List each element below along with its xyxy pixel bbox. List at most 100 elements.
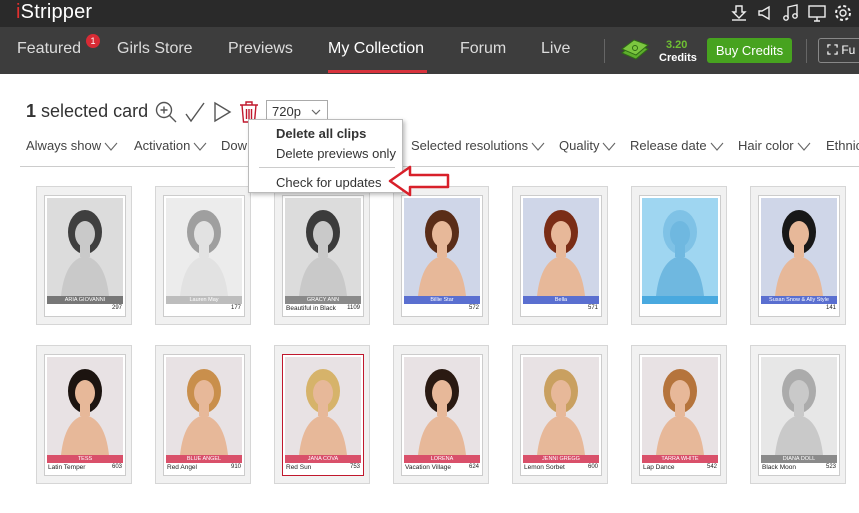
model-silhouette [47, 357, 123, 455]
nav-previews[interactable]: Previews [228, 40, 293, 58]
announce-icon[interactable] [755, 3, 775, 23]
filter-download[interactable]: Dow [221, 138, 247, 153]
card-photo [285, 198, 361, 296]
menu-check-for-updates[interactable]: Check for updates [276, 175, 382, 190]
collection-card[interactable]: JANA COVA Red Sun 753 [274, 345, 370, 484]
card-model-name: Lauren May [166, 296, 242, 304]
model-silhouette [166, 357, 242, 455]
credits-label: Credits [659, 52, 697, 64]
card-model-name: TARRA WHITE [642, 455, 718, 463]
card-title: Black Moon [762, 464, 796, 471]
main-nav: Featured 1 Girls Store Previews My Colle… [0, 27, 859, 74]
chevron-down-icon [531, 142, 545, 151]
card-photo [404, 198, 480, 296]
card-frame: BLUE ANGEL Red Angel 910 [163, 354, 245, 476]
nav-live[interactable]: Live [541, 40, 570, 58]
card-number: 571 [587, 305, 598, 311]
filter-hair-color[interactable]: Hair color [738, 138, 811, 153]
card-photo [642, 198, 718, 296]
card-title: Red Angel [167, 464, 197, 471]
monitor-icon[interactable] [807, 3, 827, 23]
collection-card[interactable]: Bella 571 [512, 186, 608, 325]
card-model-name: LORENA [404, 455, 480, 463]
zoom-in-icon[interactable] [154, 100, 178, 124]
card-model-name: BLUE ANGEL [166, 455, 242, 463]
resolution-value: 720p [272, 104, 301, 119]
collection-card[interactable]: LORENA Vacation Village 624 [393, 345, 489, 484]
buy-credits-button[interactable]: Buy Credits [707, 38, 792, 63]
card-model-name: Billie Star [404, 296, 480, 304]
card-model-name: GRACY ANN [285, 296, 361, 304]
istripper-window: iStripper Featured 1 Girls Store Preview… [0, 0, 859, 513]
fullscreen-button[interactable]: Fu [818, 38, 859, 63]
trash-dropdown-menu: Delete all clips Delete previews only Ch… [248, 119, 403, 193]
menu-delete-all-clips[interactable]: Delete all clips [276, 126, 366, 141]
card-photo [642, 357, 718, 455]
card-frame: Lauren May 177 [163, 195, 245, 317]
card-frame: Bella 571 [520, 195, 602, 317]
fullscreen-label: Fu [841, 43, 856, 57]
card-number: 603 [111, 464, 122, 470]
nav-girls-store[interactable]: Girls Store [117, 40, 193, 58]
card-frame: LORENA Vacation Village 624 [401, 354, 483, 476]
filter-ethnic[interactable]: Ethnic [826, 138, 859, 153]
card-model-name: ARIA GIOVANNI [47, 296, 123, 304]
collection-card[interactable]: DIANA DOLL Black Moon 523 [750, 345, 846, 484]
card-model-name: JANA COVA [285, 455, 361, 463]
card-title: Red Sun [286, 464, 312, 471]
nav-my-collection[interactable]: My Collection [328, 40, 424, 58]
filter-release-date[interactable]: Release date [630, 138, 724, 153]
filter-activation[interactable]: Activation [134, 138, 207, 153]
collection-card[interactable]: ARIA GIOVANNI 297 [36, 186, 132, 325]
collection-card[interactable] [631, 186, 727, 325]
collection-card[interactable]: Lauren May 177 [155, 186, 251, 325]
selected-count-label: selected card [41, 101, 149, 121]
model-silhouette [642, 198, 718, 296]
card-frame: GRACY ANN Beautiful in Black 1109 [282, 195, 364, 317]
settings-icon[interactable] [833, 3, 853, 23]
card-photo [47, 198, 123, 296]
model-silhouette [285, 357, 361, 455]
collection-card[interactable]: TARRA WHITE Lap Dance 542 [631, 345, 727, 484]
card-model-name: JENNI GREGG [523, 455, 599, 463]
model-silhouette [523, 357, 599, 455]
annotation-arrow-icon [388, 165, 450, 197]
check-icon[interactable] [183, 100, 207, 124]
chevron-down-icon [797, 142, 811, 151]
card-frame: TARRA WHITE Lap Dance 542 [639, 354, 721, 476]
menu-separator [259, 167, 395, 168]
credits-amount: 3.20 [666, 39, 688, 51]
model-silhouette [761, 357, 837, 455]
card-photo [166, 198, 242, 296]
card-frame: TESS Latin Temper 603 [44, 354, 126, 476]
nav-separator [604, 39, 605, 63]
featured-badge: 1 [86, 34, 100, 48]
collection-card[interactable]: BLUE ANGEL Red Angel 910 [155, 345, 251, 484]
card-number: 572 [468, 305, 479, 311]
model-silhouette [404, 198, 480, 296]
collection-card[interactable]: JENNI GREGG Lemon Sorbet 600 [512, 345, 608, 484]
collection-card[interactable]: Billie Star 572 [393, 186, 489, 325]
filter-quality[interactable]: Quality [559, 138, 616, 153]
music-icon[interactable] [781, 3, 801, 23]
download-icon[interactable] [729, 3, 749, 23]
play-icon[interactable] [210, 100, 234, 124]
card-frame [639, 195, 721, 317]
card-number: 600 [587, 464, 598, 470]
card-photo [285, 357, 361, 455]
nav-featured[interactable]: Featured [17, 40, 81, 58]
card-frame: JENNI GREGG Lemon Sorbet 600 [520, 354, 602, 476]
collection-card[interactable]: TESS Latin Temper 603 [36, 345, 132, 484]
filter-selected-resolutions[interactable]: Selected resolutions [411, 138, 545, 153]
menu-delete-previews-only[interactable]: Delete previews only [276, 146, 396, 161]
selected-count-number: 1 [26, 101, 37, 121]
filter-always-show[interactable]: Always show [26, 138, 118, 153]
collection-card[interactable]: Susan Snow & Ally Style 141 [750, 186, 846, 325]
collection-card[interactable]: GRACY ANN Beautiful in Black 1109 [274, 186, 370, 325]
card-model-name: DIANA DOLL [761, 455, 837, 463]
chevron-down-icon [311, 109, 321, 115]
card-photo [47, 357, 123, 455]
card-model-name: Susan Snow & Ally Style [761, 296, 837, 304]
nav-forum[interactable]: Forum [460, 40, 506, 58]
model-silhouette [166, 198, 242, 296]
